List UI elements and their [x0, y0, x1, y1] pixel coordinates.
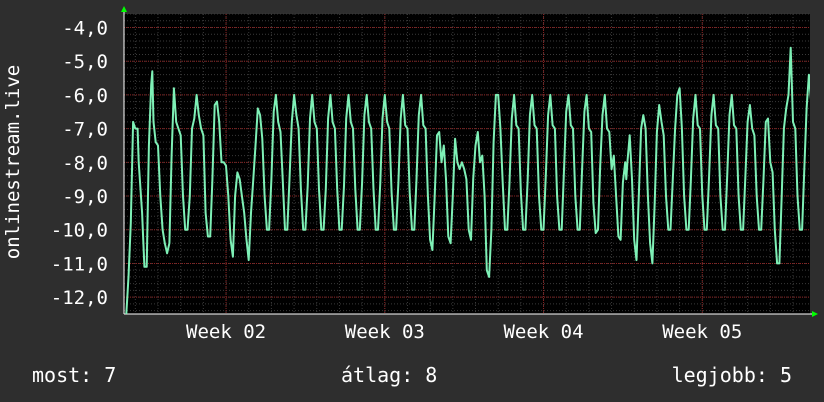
y-tick-label: -8,0 — [62, 152, 108, 174]
y-tick-label: -5,0 — [62, 51, 108, 73]
x-axis-arrow — [812, 311, 818, 317]
y-tick-label: -10,0 — [51, 220, 108, 242]
stat-average: átlag: 8 — [341, 363, 438, 387]
y-tick-label: -4,0 — [62, 17, 108, 39]
stats-footer: most: 7 átlag: 8 legjobb: 5 — [0, 362, 824, 388]
stat-best: legjobb: 5 — [671, 363, 792, 387]
y-axis-arrow — [121, 6, 127, 12]
x-tick-label: Week 03 — [345, 321, 425, 343]
stat-current: most: 7 — [32, 363, 117, 387]
x-tick-label: Week 02 — [186, 321, 266, 343]
y-tick-label: -12,0 — [51, 287, 108, 309]
plot-background — [124, 14, 810, 314]
x-tick-label: Week 05 — [662, 321, 742, 343]
y-tick-label: -6,0 — [62, 85, 108, 107]
x-tick-label: Week 04 — [503, 321, 583, 343]
y-tick-label: -11,0 — [51, 253, 108, 275]
chart-root: -4,0 -5,0 -6,0 -7,0 -8,0 -9,0 -10,0 -11,0 -12,0 W… — [0, 0, 824, 402]
line-chart: -4,0 -5,0 -6,0 -7,0 -8,0 -9,0 -10,0 -11,0 -12,0 W… — [2, 6, 818, 343]
y-axis-title: onlinestream.live — [2, 65, 24, 259]
y-tick-label: -7,0 — [62, 119, 108, 141]
y-tick-label: -9,0 — [62, 186, 108, 208]
